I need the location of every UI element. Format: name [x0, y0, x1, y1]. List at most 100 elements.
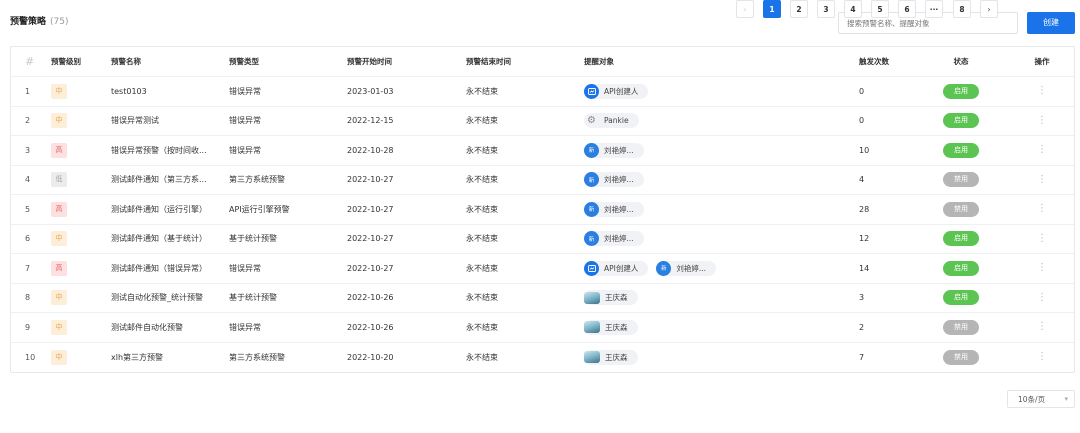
operation-cell: ⋮	[1021, 195, 1063, 224]
status-toggle[interactable]: 启用	[943, 113, 979, 129]
trigger-count: 10	[859, 145, 870, 155]
target-chip[interactable]: 新刘艳婷...	[584, 142, 644, 158]
status-toggle[interactable]: 禁用	[943, 349, 979, 365]
status-toggle[interactable]: 禁用	[943, 172, 979, 188]
table-row[interactable]: 5 高 测试邮件通知（运行引擎） API运行引擎预警 2022-10-27 永不结束 新刘艳…	[11, 195, 1074, 225]
level-cell: 中	[51, 107, 101, 136]
target-chip[interactable]: 新刘艳婷...	[584, 231, 644, 247]
target-label: 王庆森	[605, 352, 628, 362]
strategy-type: 第三方系统预警	[229, 175, 285, 185]
targets-cell: API创建人 新刘艳婷...	[584, 254, 844, 283]
status-cell: 启用	[941, 77, 981, 106]
status-cell: 禁用	[941, 313, 981, 342]
status-toggle[interactable]: 禁用	[943, 319, 979, 335]
end-time: 永不结束	[466, 175, 498, 185]
prev-page-button[interactable]: ‹	[736, 0, 754, 18]
status-toggle[interactable]: 启用	[943, 83, 979, 99]
more-options-icon[interactable]: ⋮	[1037, 204, 1047, 214]
table-row[interactable]: 6 中 测试邮件通知（基于统计） 基于统计预警 2022-10-27 永不结束 新刘艳婷..…	[11, 225, 1074, 254]
page-button-6[interactable]: 6	[898, 0, 916, 18]
status-toggle[interactable]: 启用	[943, 231, 979, 247]
trigger-count: 14	[859, 263, 870, 273]
table-row[interactable]: 3 高 错误异常预警（按时间收... 错误异常 2022-10-28 永不结束 新刘艳婷..…	[11, 136, 1074, 166]
status-toggle[interactable]: 启用	[943, 142, 979, 158]
target-label: 刘艳婷...	[604, 234, 634, 244]
operation-cell: ⋮	[1021, 166, 1063, 195]
status-toggle[interactable]: 禁用	[943, 201, 979, 217]
start-time: 2022-10-27	[347, 263, 394, 273]
more-options-icon[interactable]: ⋮	[1037, 352, 1047, 362]
table-row[interactable]: 2 中 错误异常测试 错误异常 2022-12-15 永不结束 ⚙ Pankie 0 启用 ⋮	[11, 107, 1074, 136]
end-time: 永不结束	[466, 293, 498, 303]
more-options-icon[interactable]: ⋮	[1037, 233, 1047, 244]
target-chip[interactable]: 新刘艳婷...	[656, 260, 717, 276]
table-row[interactable]: 4 低 测试邮件通知（第三方系... 第三方系统预警 2022-10-27 永不结束 新刘艳…	[11, 166, 1074, 195]
more-options-icon[interactable]: ⋮	[1037, 322, 1047, 332]
page-button-1[interactable]: 1	[763, 0, 781, 18]
target-label: Pankie	[604, 116, 629, 126]
strategy-type: API运行引擎预警	[229, 204, 290, 214]
table-header: # 预警级别 预警名称 预警类型 预警开始时间 预警结束时间 提醒对象 触发次数…	[11, 47, 1074, 77]
page-ellipsis[interactable]: ···	[925, 0, 943, 18]
page-button-4[interactable]: 4	[844, 0, 862, 18]
operation-cell: ⋮	[1021, 284, 1063, 313]
page-size-select[interactable]: 10条/页 ▾	[1007, 390, 1075, 408]
row-index: 8	[25, 293, 31, 303]
more-options-icon[interactable]: ⋮	[1037, 292, 1047, 303]
target-chip[interactable]: 新刘艳婷...	[584, 172, 644, 188]
table-row[interactable]: 7 高 测试邮件通知（错误异常） 错误异常 2022-10-27 永不结束 API创建人 新刘…	[11, 254, 1074, 284]
strategy-name[interactable]: test0103	[111, 77, 226, 106]
strategy-name[interactable]: xlh第三方预警	[111, 343, 226, 373]
more-options-icon[interactable]: ⋮	[1037, 86, 1047, 96]
strategy-name[interactable]: 测试邮件自动化预警	[111, 313, 226, 342]
target-label: 王庆森	[605, 293, 628, 303]
strategy-name[interactable]: 测试邮件通知（第三方系...	[111, 166, 226, 195]
strategy-name[interactable]: 错误异常测试	[111, 107, 226, 136]
page-button-8[interactable]: 8	[953, 0, 971, 18]
more-options-icon[interactable]: ⋮	[1037, 145, 1047, 155]
trigger-count: 2	[859, 322, 865, 332]
status-cell: 启用	[941, 107, 981, 136]
strategy-count: (75)	[50, 17, 69, 27]
trigger-count: 0	[859, 86, 865, 96]
page-button-5[interactable]: 5	[871, 0, 889, 18]
more-options-icon[interactable]: ⋮	[1037, 263, 1047, 273]
api-icon	[584, 260, 599, 276]
target-chip[interactable]: 新刘艳婷...	[584, 201, 644, 217]
strategy-name[interactable]: 测试自动化预警_统计预警	[111, 284, 226, 313]
page-button-3[interactable]: 3	[817, 0, 835, 18]
start-time: 2022-10-26	[347, 293, 394, 303]
target-chip[interactable]: 王庆森	[584, 319, 638, 335]
table-row[interactable]: 1 中 test0103 错误异常 2023-01-03 永不结束 API创建人 0 启用 ⋮	[11, 77, 1074, 107]
target-chip[interactable]: 王庆森	[584, 290, 638, 306]
targets-cell: 王庆森	[584, 313, 844, 342]
start-time: 2022-10-27	[347, 234, 394, 244]
more-options-icon[interactable]: ⋮	[1037, 115, 1047, 126]
create-button[interactable]: 创建	[1027, 12, 1075, 34]
col-trigger-count: 触发次数	[859, 57, 889, 66]
target-chip[interactable]: API创建人	[584, 83, 649, 99]
table-row[interactable]: 9 中 测试邮件自动化预警 错误异常 2022-10-26 永不结束 王庆森 2 禁用 ⋮	[11, 313, 1074, 343]
page-title: 预警策略 (75)	[10, 14, 69, 27]
strategy-type: 基于统计预警	[229, 293, 277, 303]
table-row[interactable]: 8 中 测试自动化预警_统计预警 基于统计预警 2022-10-26 永不结束 王庆森 3 启用…	[11, 284, 1074, 313]
strategy-name[interactable]: 测试邮件通知（运行引擎）	[111, 195, 226, 224]
status-toggle[interactable]: 启用	[943, 290, 979, 306]
status-toggle[interactable]: 启用	[943, 260, 979, 276]
target-chip[interactable]: 王庆森	[584, 349, 638, 365]
next-page-button[interactable]: ›	[980, 0, 998, 18]
table-row[interactable]: 10 中 xlh第三方预警 第三方系统预警 2022-10-20 永不结束 王庆森 7 禁用 ⋮	[11, 343, 1074, 373]
target-chip[interactable]: ⚙ Pankie	[584, 113, 639, 129]
trigger-count: 12	[859, 234, 870, 244]
target-chip[interactable]: API创建人	[584, 260, 649, 276]
start-time: 2022-10-28	[347, 145, 394, 155]
strategy-name[interactable]: 测试邮件通知（基于统计）	[111, 225, 226, 254]
level-badge: 中	[51, 319, 67, 335]
page-button-2[interactable]: 2	[790, 0, 808, 18]
strategy-name[interactable]: 测试邮件通知（错误异常）	[111, 254, 226, 283]
more-options-icon[interactable]: ⋮	[1037, 174, 1047, 185]
strategy-name[interactable]: 错误异常预警（按时间收...	[111, 136, 226, 165]
operation-cell: ⋮	[1021, 225, 1063, 254]
user-avatar-icon: 新	[584, 142, 599, 158]
col-targets: 提醒对象	[584, 57, 614, 66]
